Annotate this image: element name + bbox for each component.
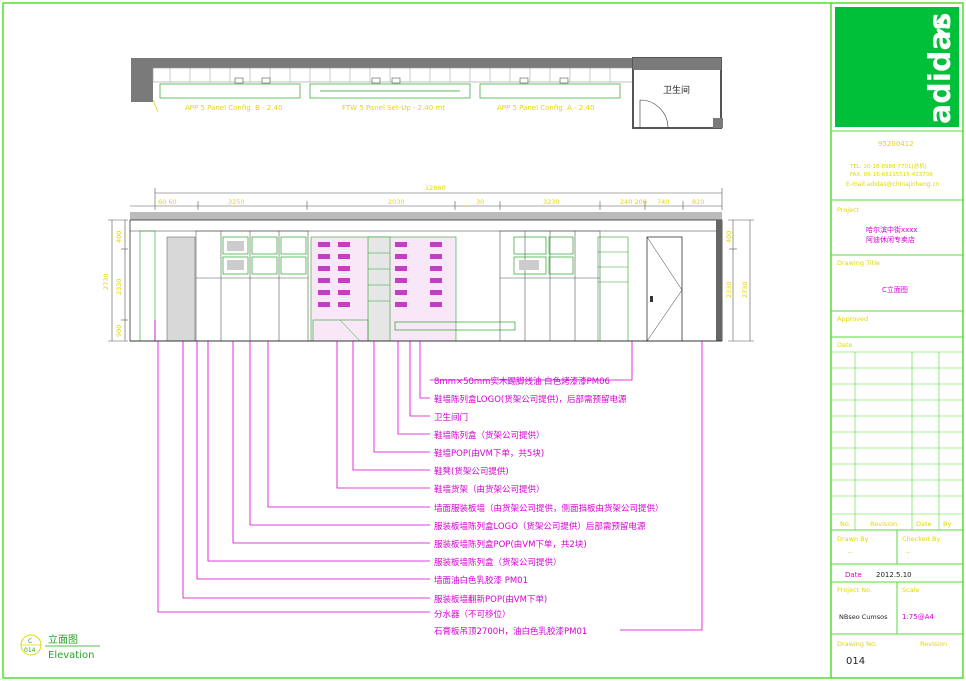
tb-checked-by: -- — [906, 548, 911, 556]
plan-view: APP 5 Panel Config. B - 2.40 FTW 5 Panel… — [131, 57, 723, 129]
tb-fax: FAX: 86-16-65115515-423736 — [850, 172, 933, 178]
callout-12: 服装板墙翻新POP(由VM下单) — [434, 594, 547, 605]
tb-date-value: 2012.5.10 — [876, 571, 912, 579]
tb-drawn-by-label: Drawn By — [837, 535, 869, 543]
dim-left-bottom: 900 — [115, 325, 123, 337]
dim-seg-6: 740 — [657, 198, 669, 206]
elev-ceiling — [130, 212, 722, 220]
tb-tel: TEL: 20-16-8988-7701(总机) — [849, 162, 927, 170]
plan-zone-right: APP 5 Panel Config. A - 2.40 — [497, 104, 595, 112]
tb-date-row-label: Date — [845, 571, 862, 579]
dim-right-mid: 2330 — [725, 281, 733, 298]
tb-drawing-no: 014 — [846, 656, 865, 667]
callout-leaders — [157, 341, 703, 631]
dim-overall: 12860 — [425, 184, 446, 192]
elevation-title-en: Elevation — [48, 650, 94, 661]
tb-email: E-mail:adidas@chinajicheng.cn — [846, 181, 940, 188]
tb-project-label: Project — [837, 206, 860, 214]
dim-left-top: 400 — [115, 231, 123, 243]
callout-4: 鞋墙POP(由VM下单，共5块) — [434, 448, 544, 459]
elevation-view: 12860 60 60 3250 2030 30 3230 240 200 74… — [102, 184, 754, 342]
dim-seg-0: 60 60 — [158, 198, 177, 206]
callout-3: 鞋墙陈列盒（货架公司提供） — [434, 430, 545, 441]
callout-2: 卫生间门 — [434, 412, 468, 423]
dim-left-total: 2730 — [102, 273, 110, 290]
callout-0: 8mm×50mm实木踢脚线油 白色烤漆漆PM06 — [434, 376, 610, 387]
callout-7: 墙面服装板墙（由货架公司提供，侧面挡板由货架公司提供） — [434, 503, 664, 514]
tb-rev-by: By — [943, 520, 951, 528]
tb-scale-label: Scale — [902, 586, 920, 594]
callout-1: 鞋墙陈列盒LOGO(货架公司提供)，后部需预留电源 — [434, 394, 627, 405]
elev-restroom-door — [646, 236, 683, 342]
plan-zone-left: APP 5 Panel Config. B - 2.40 — [185, 104, 283, 112]
tb-rev-no: No. — [840, 520, 851, 528]
tb-checked-by-label: Checked By — [902, 535, 940, 543]
tb-drawing-title-label: Drawing Title — [837, 259, 880, 267]
tb-project-line2: 阿迪休闲专卖店 — [866, 235, 915, 244]
tb-project-no-label: Project No. — [837, 586, 872, 594]
tb-project-line1: 哈尔滨中街xxxx — [866, 225, 918, 234]
callout-8: 服装板墙陈列盒LOGO（货架公司提供）后部需预留电源 — [434, 521, 646, 532]
dim-seg-7: 820 — [692, 198, 704, 206]
elev-right-wall — [716, 220, 722, 341]
tb-scale-value: 1:75@A4 — [902, 613, 935, 621]
elevation-symbol: C 014 立面图 Elevation — [20, 633, 100, 661]
dim-right-top: 400 — [725, 231, 733, 243]
tb-rev-date: Date — [916, 520, 932, 528]
tb-drawn-by: -- — [848, 548, 853, 556]
dim-seg-1: 3250 — [228, 198, 245, 206]
plan-zone-mid: FTW 5 Panel Set-Up - 2.40 mt — [342, 104, 445, 112]
brand-logo: adidas — [923, 12, 958, 124]
tb-rev-revision: Revision — [870, 520, 897, 528]
tb-drawing-title: C立面图 — [882, 285, 908, 294]
callout-texts: 8mm×50mm实木踢脚线油 白色烤漆漆PM06 鞋墙陈列盒LOGO(货架公司提… — [434, 376, 664, 637]
tb-revision-label: Revision — [920, 640, 947, 648]
tb-date-label: Date — [837, 341, 853, 349]
callout-13: 分水器（不可移位） — [434, 609, 511, 620]
plan-restroom-label: 卫生间 — [663, 84, 690, 96]
symbol-bottom: 014 — [24, 647, 36, 654]
elevation-drawing-canvas: APP 5 Panel Config. B - 2.40 FTW 5 Panel… — [2, 2, 964, 679]
callout-9: 服装板墙陈列盒POP(由VM下单，共2块) — [434, 539, 587, 550]
callout-10: 服装板墙陈列盒（货架公司提供） — [434, 557, 562, 568]
symbol-top: C — [28, 638, 32, 645]
dim-left-mid: 2330 — [115, 278, 123, 295]
dim-seg-5: 240 200 — [620, 198, 647, 206]
dim-seg-3: 30 — [476, 198, 484, 206]
callout-11: 墙面油白色乳胶漆 PM01 — [434, 575, 528, 586]
callout-14: 石膏板吊顶2700H，油白色乳胶漆PM01 — [434, 626, 587, 637]
tb-code: 95200412 — [878, 140, 914, 148]
plan-left-wall — [131, 58, 153, 102]
elevation-title-cn: 立面图 — [48, 633, 78, 646]
tb-approved-label: Approved — [837, 315, 868, 323]
dim-seg-2: 2030 — [388, 198, 405, 206]
dim-right-total: 2730 — [741, 281, 749, 298]
callout-6: 鞋墙货架（由货架公司提供） — [434, 484, 545, 495]
tb-project-no: NBseo Cumsos — [839, 613, 888, 621]
title-block: adidas 95200412 TEL: 20-16-8988-7701(总机)… — [831, 7, 963, 667]
callout-5: 鞋凳(货架公司提供) — [434, 466, 509, 477]
tb-drawing-no-label: Drawing No. — [837, 640, 877, 648]
elev-wallpaper-panel — [166, 236, 196, 342]
dim-seg-4: 3230 — [543, 198, 560, 206]
